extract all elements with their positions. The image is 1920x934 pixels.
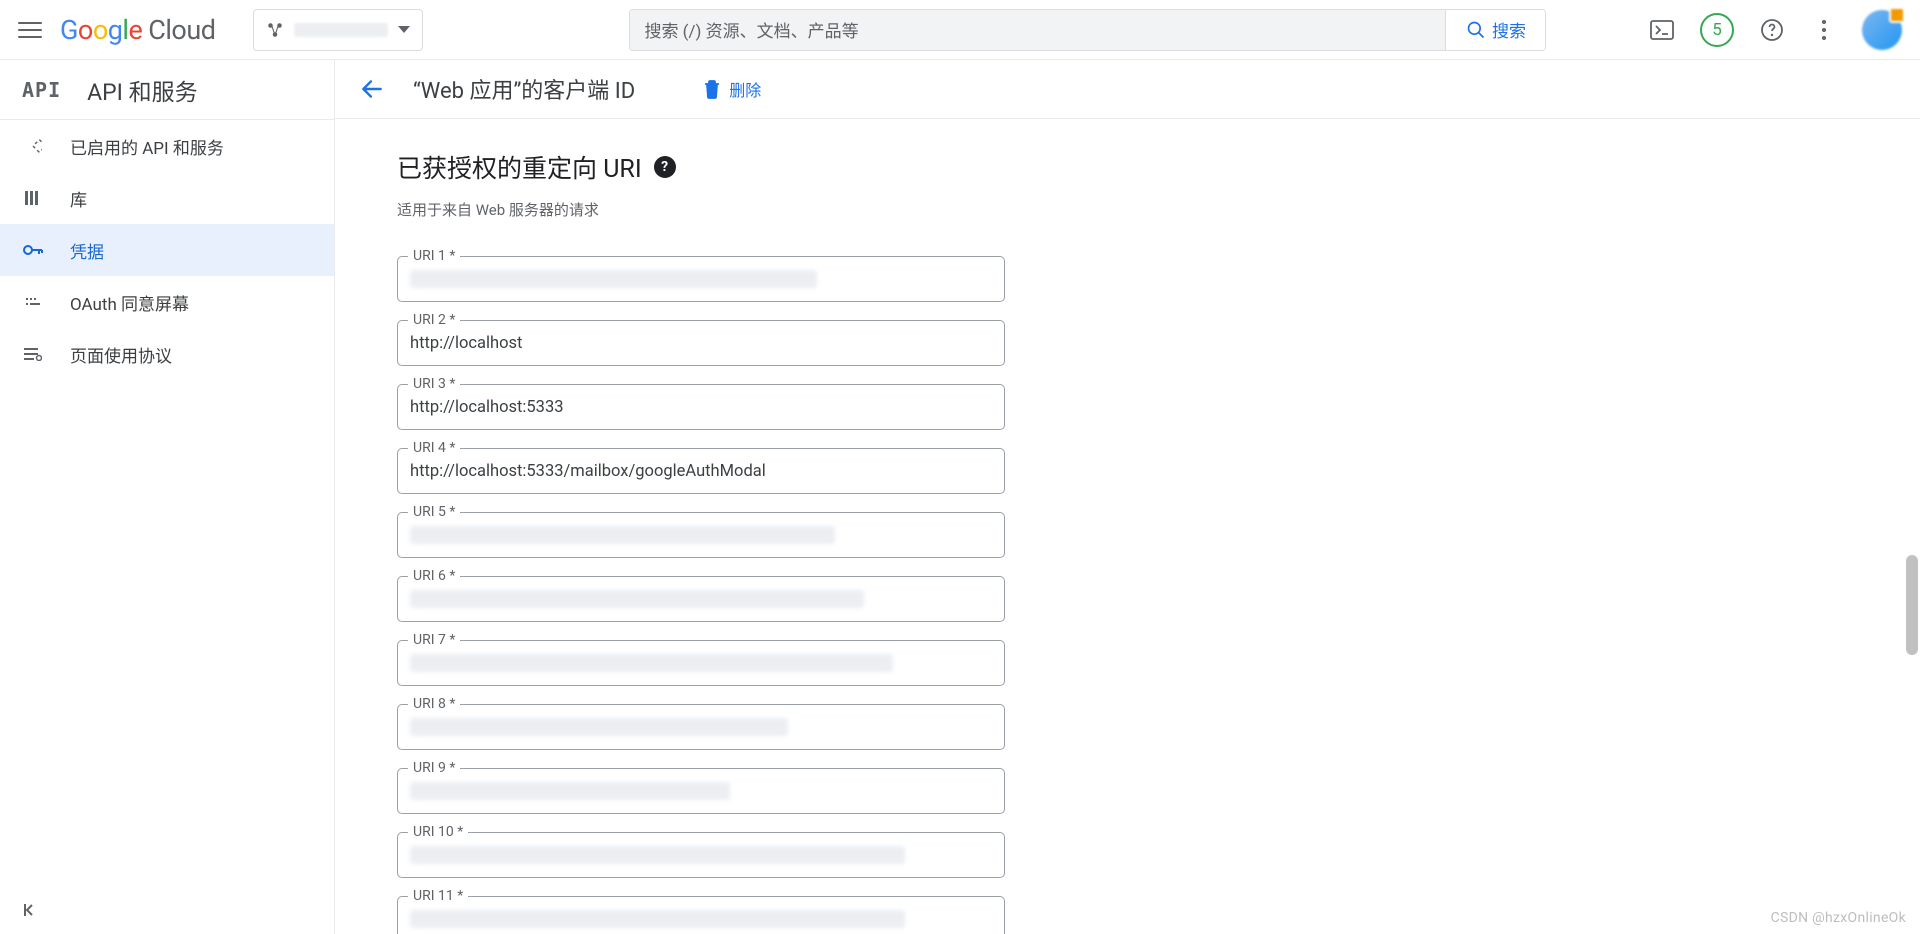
scrollbar-thumb[interactable] xyxy=(1906,555,1918,655)
section-title-row: 已获授权的重定向 URI ? xyxy=(397,149,1920,185)
body-layout: API API 和服务 已启用的 API 和服务 库 凭据 OAuth 同意屏幕… xyxy=(0,60,1920,934)
sidebar-item-credentials[interactable]: 凭据 xyxy=(0,224,334,276)
uri-field-label: URI 11 * xyxy=(408,888,468,904)
delete-button[interactable]: 删除 xyxy=(703,77,761,101)
page-header: “Web 应用”的客户端 ID 删除 xyxy=(335,60,1920,119)
hamburger-menu-icon[interactable] xyxy=(18,18,42,42)
uri-field-8[interactable]: URI 8 * xyxy=(397,704,1005,750)
sidebar-item-tos[interactable]: 页面使用协议 xyxy=(0,328,334,380)
redacted-value xyxy=(410,654,893,672)
chevron-down-icon xyxy=(398,26,410,33)
uri-input[interactable] xyxy=(410,334,992,353)
page-title: “Web 应用”的客户端 ID xyxy=(413,73,635,105)
redacted-value xyxy=(410,526,835,544)
topbar-right: 5 xyxy=(1648,10,1902,50)
library-icon xyxy=(22,187,44,209)
section-title: 已获授权的重定向 URI xyxy=(397,149,642,185)
project-icon xyxy=(266,21,284,39)
kebab-menu-icon[interactable] xyxy=(1810,16,1838,44)
sidebar-title: API 和服务 xyxy=(87,73,197,107)
uri-input[interactable] xyxy=(410,398,992,417)
uri-input[interactable] xyxy=(410,462,992,481)
uri-field-1[interactable]: URI 1 * xyxy=(397,256,1005,302)
uri-field-3[interactable]: URI 3 * xyxy=(397,384,1005,430)
search-icon xyxy=(1466,20,1486,40)
help-icon[interactable] xyxy=(1758,16,1786,44)
collapse-sidebar-icon[interactable] xyxy=(0,886,334,934)
sidebar-item-label: OAuth 同意屏幕 xyxy=(70,290,189,315)
sidebar-item-label: 凭据 xyxy=(70,238,104,263)
uri-field-label: URI 4 * xyxy=(408,440,460,456)
uri-field-label: URI 10 * xyxy=(408,824,468,840)
sidebar-item-library[interactable]: 库 xyxy=(0,172,334,224)
sidebar: API API 和服务 已启用的 API 和服务 库 凭据 OAuth 同意屏幕… xyxy=(0,60,335,934)
redacted-value xyxy=(410,718,788,736)
uri-field-label: URI 6 * xyxy=(408,568,460,584)
section-description: 适用于来自 Web 服务器的请求 xyxy=(397,199,1920,220)
uri-field-label: URI 8 * xyxy=(408,696,460,712)
delete-label: 删除 xyxy=(729,77,761,101)
diamond-icon xyxy=(22,135,44,157)
main-area: “Web 应用”的客户端 ID 删除 已获授权的重定向 URI ? 适用于来自 … xyxy=(335,60,1920,934)
redacted-value xyxy=(410,782,730,800)
sidebar-item-label: 库 xyxy=(70,186,87,211)
cloud-shell-icon[interactable] xyxy=(1648,16,1676,44)
uri-field-7[interactable]: URI 7 * xyxy=(397,640,1005,686)
sidebar-item-oauth-consent[interactable]: OAuth 同意屏幕 xyxy=(0,276,334,328)
redacted-value xyxy=(410,590,864,608)
redacted-value xyxy=(410,270,817,288)
uri-field-5[interactable]: URI 5 * xyxy=(397,512,1005,558)
avatar[interactable] xyxy=(1862,10,1902,50)
watermark: CSDN @hzxOnlineOk xyxy=(1771,910,1906,926)
trash-icon xyxy=(703,79,721,99)
arrow-left-icon xyxy=(359,76,385,102)
uri-field-label: URI 2 * xyxy=(408,312,460,328)
cloud-label: Cloud xyxy=(148,14,215,46)
uri-field-6[interactable]: URI 6 * xyxy=(397,576,1005,622)
uri-list: URI 1 * URI 2 * URI 3 * URI 4 * URI 5 * URI 6… xyxy=(397,256,1005,934)
sidebar-item-enabled-apis[interactable]: 已启用的 API 和服务 xyxy=(0,120,334,172)
uri-field-label: URI 7 * xyxy=(408,632,460,648)
settings-list-icon xyxy=(22,343,44,365)
uri-field-label: URI 9 * xyxy=(408,760,460,776)
search-input[interactable]: 搜索 (/) 资源、文档、产品等 xyxy=(630,10,1445,50)
back-button[interactable] xyxy=(359,76,385,102)
uri-field-9[interactable]: URI 9 * xyxy=(397,768,1005,814)
content: 已获授权的重定向 URI ? 适用于来自 Web 服务器的请求 URI 1 *U… xyxy=(335,119,1920,934)
project-name-redacted xyxy=(294,23,388,37)
uri-field-label: URI 3 * xyxy=(408,376,460,392)
search-placeholder: 搜索 (/) 资源、文档、产品等 xyxy=(644,17,858,42)
sidebar-item-label: 已启用的 API 和服务 xyxy=(70,134,224,159)
uri-field-label: URI 5 * xyxy=(408,504,460,520)
sidebar-header: API API 和服务 xyxy=(0,60,334,120)
sidebar-item-label: 页面使用协议 xyxy=(70,342,172,367)
search-button-label: 搜索 xyxy=(1492,17,1526,42)
uri-field-2[interactable]: URI 2 * xyxy=(397,320,1005,366)
free-trial-badge[interactable]: 5 xyxy=(1700,13,1734,47)
project-picker[interactable] xyxy=(253,9,423,51)
top-bar: Google Cloud 搜索 (/) 资源、文档、产品等 搜索 5 xyxy=(0,0,1920,60)
key-icon xyxy=(22,239,44,261)
uri-field-11[interactable]: URI 11 * xyxy=(397,896,1005,934)
help-icon[interactable]: ? xyxy=(654,156,676,178)
uri-field-4[interactable]: URI 4 * xyxy=(397,448,1005,494)
redacted-value xyxy=(410,846,905,864)
google-cloud-logo[interactable]: Google Cloud xyxy=(60,14,215,46)
searchbar-container: 搜索 (/) 资源、文档、产品等 搜索 xyxy=(629,9,1546,51)
consent-icon xyxy=(22,291,44,313)
api-logo-icon: API xyxy=(22,78,61,102)
uri-field-label: URI 1 * xyxy=(408,248,460,264)
redacted-value xyxy=(410,910,905,928)
uri-field-10[interactable]: URI 10 * xyxy=(397,832,1005,878)
search-button[interactable]: 搜索 xyxy=(1445,10,1545,50)
